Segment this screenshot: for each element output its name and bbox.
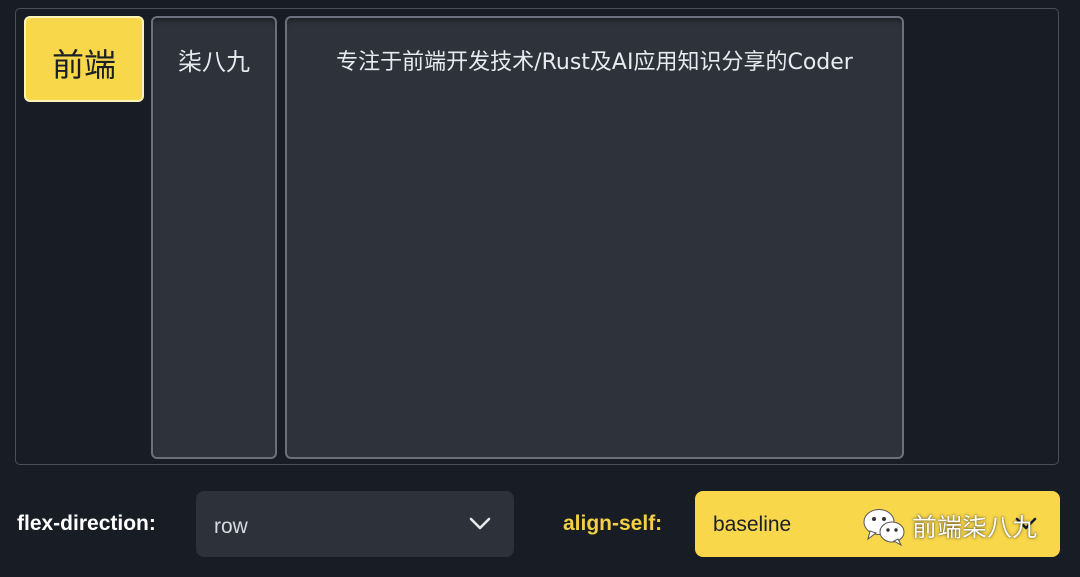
flex-item-2-label: 柒八九	[178, 48, 250, 76]
wechat-icon	[863, 509, 905, 546]
flex-item-3: 专注于前端开发技术/Rust及AI应用知识分享的Coder	[285, 16, 904, 459]
flex-item-1-label: 前端	[51, 46, 116, 84]
flex-direction-label: flex-direction:	[17, 512, 156, 535]
wechat-watermark: 前端柒八九	[862, 506, 1037, 546]
flex-direction-value: row	[214, 515, 248, 538]
flex-direction-select[interactable]: row	[196, 491, 514, 557]
flex-item-1[interactable]: 前端	[24, 16, 144, 102]
chevron-down-icon	[469, 517, 491, 530]
flex-item-2: 柒八九	[151, 16, 277, 459]
align-self-value: baseline	[713, 513, 792, 536]
flex-item-3-label: 专注于前端开发技术/Rust及AI应用知识分享的Coder	[336, 50, 853, 75]
align-self-label: align-self:	[563, 512, 663, 535]
watermark-text: 前端柒八九	[912, 513, 1038, 542]
